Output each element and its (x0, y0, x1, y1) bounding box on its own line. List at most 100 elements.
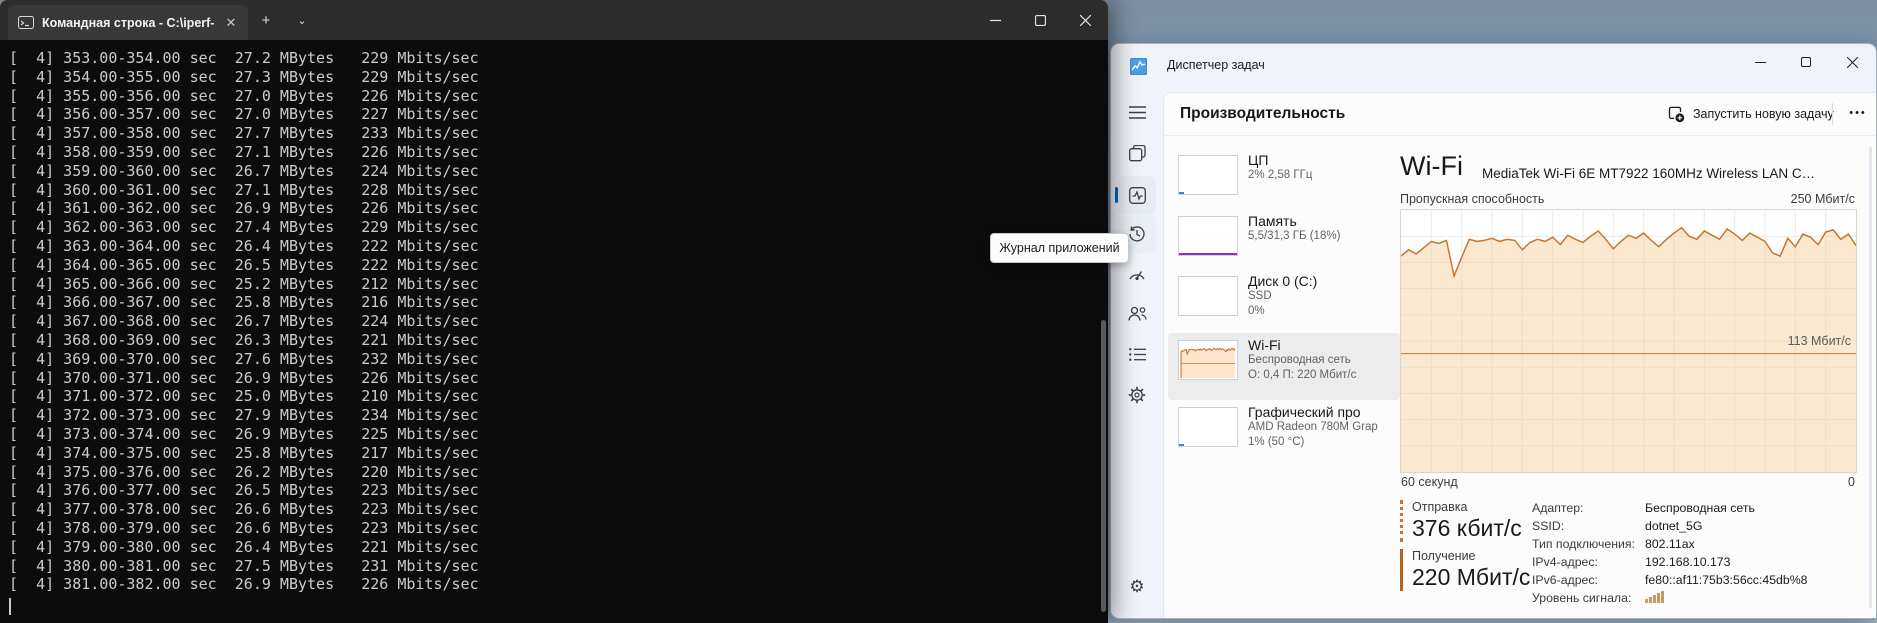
tab-close-icon[interactable]: ✕ (222, 14, 240, 32)
detail-row: IPv4-адрес: 192.168.10.173 (1532, 555, 1808, 573)
close-icon (1846, 56, 1858, 68)
panel-divider (1164, 135, 1876, 136)
app-history-tooltip: Журнал приложений (990, 233, 1129, 263)
x-axis-right-label: 0 (1848, 475, 1855, 489)
more-options-button[interactable]: ••• (1842, 99, 1874, 129)
new-tab-button[interactable]: + (252, 8, 280, 34)
detail-row: Адаптер: Беспроводная сеть (1532, 501, 1808, 519)
perf-sub2: 0% (1248, 305, 1265, 317)
perf-name: Диск 0 (C:) (1248, 273, 1318, 289)
terminal-tab-title: Командная строка - C:\iperf- (42, 15, 215, 30)
tm-scrollbar[interactable] (1869, 147, 1872, 608)
send-stat: Отправка 376 кбит/с (1400, 500, 1522, 542)
performance-list-item-gpu[interactable]: Графический про AMD Radeon 780M Grap 1% … (1168, 400, 1400, 460)
perf-thumbnail (1178, 340, 1238, 380)
tm-maximize-button[interactable] (1783, 45, 1829, 79)
tm-navigation-rail: ⚙ (1111, 92, 1163, 618)
performance-list-item-cpu[interactable]: ЦП 2% 2,58 ГГц (1168, 148, 1400, 209)
header-divider (1832, 103, 1833, 125)
processes-icon (1128, 144, 1146, 161)
cmd-icon (18, 16, 34, 29)
perf-sub1: AMD Radeon 780M Grap (1248, 421, 1378, 433)
terminal-window: Командная строка - C:\iperf- ✕ + ⌄ [ 4] … (0, 0, 1108, 623)
detail-value: 802.11ax (1645, 537, 1695, 551)
tm-minimize-button[interactable] (1737, 45, 1783, 79)
perf-texts: Память 5,5/31,3 ГБ (18%) (1248, 213, 1340, 269)
terminal-close-button[interactable] (1063, 0, 1108, 40)
perf-sub1: Беспроводная сеть (1248, 354, 1351, 366)
performance-list-item-wifi[interactable]: Wi-Fi Беспроводная сеть О: 0,4 П: 220 Мб… (1168, 333, 1400, 400)
perf-texts: Диск 0 (C:) SSD 0% (1248, 273, 1317, 333)
detail-value: Беспроводная сеть (1645, 501, 1755, 515)
close-icon (1080, 14, 1091, 26)
nav-users[interactable] (1118, 295, 1156, 333)
detail-row: Тип подключения: 802.11ax (1532, 537, 1808, 555)
maximize-icon (1801, 57, 1811, 67)
details-icon (1128, 347, 1146, 361)
performance-icon (1128, 186, 1146, 204)
tm-close-button[interactable] (1829, 45, 1875, 79)
users-icon (1127, 306, 1147, 321)
tm-content-panel: Производительность Запустить новую задач… (1163, 92, 1876, 618)
nav-services[interactable] (1118, 376, 1156, 414)
tooltip-text: Журнал приложений (999, 241, 1120, 255)
performance-list-item-disk[interactable]: Диск 0 (C:) SSD 0% (1168, 269, 1400, 333)
x-axis-left-label: 60 секунд (1401, 475, 1458, 489)
perf-name: Wi-Fi (1248, 337, 1281, 353)
detail-value: 192.168.10.173 (1645, 555, 1731, 569)
perf-name: ЦП (1248, 152, 1269, 168)
task-manager-app-icon (1130, 58, 1147, 75)
perf-thumbnail (1178, 407, 1238, 447)
perf-thumbnail (1178, 155, 1238, 195)
run-new-task-button[interactable]: Запустить новую задачу (1662, 99, 1840, 129)
detail-label: IPv4-адрес: (1532, 555, 1598, 569)
hamburger-menu-button[interactable] (1118, 93, 1156, 131)
receive-value: 220 Мбит/с (1412, 564, 1531, 590)
startup-apps-icon (1129, 271, 1145, 281)
services-icon (1128, 386, 1146, 404)
connection-details: Адаптер: Беспроводная сеть SSID: dotnet_… (1532, 501, 1808, 609)
perf-sub1: 5,5/31,3 ГБ (18%) (1248, 230, 1341, 242)
tm-window-title: Диспетчер задач (1167, 58, 1265, 72)
terminal-maximize-button[interactable] (1018, 0, 1063, 40)
detail-label: SSID: (1532, 519, 1565, 533)
detail-value: dotnet_5G (1645, 519, 1703, 533)
settings-button[interactable]: ⚙ (1118, 568, 1156, 606)
terminal-tab[interactable]: Командная строка - C:\iperf- ✕ (8, 5, 248, 40)
terminal-titlebar[interactable]: Командная строка - C:\iperf- ✕ + ⌄ (0, 0, 1108, 40)
perf-texts: ЦП 2% 2,58 ГГц (1248, 152, 1312, 209)
detail-row: Уровень сигнала: (1532, 591, 1808, 609)
perf-name: Графический про (1248, 404, 1361, 420)
new-task-icon (1668, 106, 1685, 122)
settings-gear-icon: ⚙ (1129, 577, 1145, 596)
send-label: Отправка (1412, 500, 1468, 514)
tab-dropdown-chevron-icon[interactable]: ⌄ (288, 8, 316, 34)
iperf-output-text: [ 4] 353.00-354.00 sec 27.2 MBytes 229 M… (9, 49, 479, 594)
perf-thumbnail (1178, 216, 1238, 256)
chart-caption: Пропускная способность (1400, 192, 1545, 206)
detail-label: Тип подключения: (1532, 537, 1635, 551)
run-new-task-label: Запустить новую задачу (1693, 107, 1834, 121)
nav-performance[interactable] (1115, 176, 1156, 214)
maximize-icon (1035, 14, 1046, 26)
perf-sub2: 1% (50 °C) (1248, 436, 1305, 448)
perf-texts: Графический про AMD Radeon 780M Grap 1% … (1248, 404, 1378, 460)
send-value: 376 кбит/с (1412, 515, 1522, 541)
performance-list-item-mem[interactable]: Память 5,5/31,3 ГБ (18%) (1168, 209, 1400, 269)
hamburger-icon (1128, 105, 1146, 119)
perf-thumbnail (1178, 276, 1238, 316)
tm-titlebar[interactable]: Диспетчер задач (1111, 44, 1876, 92)
terminal-minimize-button[interactable] (973, 0, 1018, 40)
detail-value (1645, 591, 1664, 609)
receive-stat: Получение 220 Мбит/с (1400, 549, 1530, 591)
perf-name: Память (1248, 213, 1297, 229)
detail-label: Уровень сигнала: (1532, 591, 1632, 605)
wifi-adapter-name: MediaTek Wi-Fi 6E MT7922 160MHz Wireless… (1482, 166, 1816, 181)
terminal-output[interactable]: [ 4] 353.00-354.00 sec 27.2 MBytes 229 M… (0, 40, 1108, 623)
terminal-scrollbar-thumb[interactable] (1101, 320, 1106, 612)
chart-max-label: 250 Мбит/с (1790, 192, 1855, 206)
nav-processes[interactable] (1118, 134, 1156, 172)
page-title: Производительность (1180, 105, 1346, 122)
nav-details[interactable] (1118, 335, 1156, 373)
wifi-section-title: Wi-Fi (1400, 151, 1463, 181)
